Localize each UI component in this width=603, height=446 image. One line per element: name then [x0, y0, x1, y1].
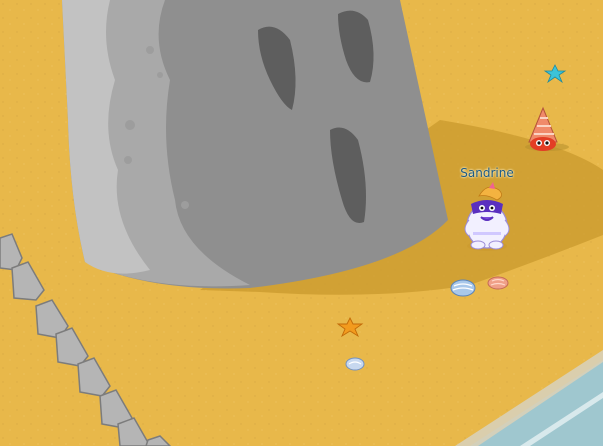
- game-scene[interactable]: Sandrine: [0, 0, 603, 446]
- giant-rock: [62, 0, 448, 289]
- beach-canvas: [0, 0, 603, 446]
- blue-shell-icon[interactable]: [450, 279, 476, 297]
- small-blue-shell-icon[interactable]: [345, 357, 365, 371]
- pink-shell-icon[interactable]: [487, 276, 509, 290]
- player-name-label: Sandrine: [460, 166, 514, 180]
